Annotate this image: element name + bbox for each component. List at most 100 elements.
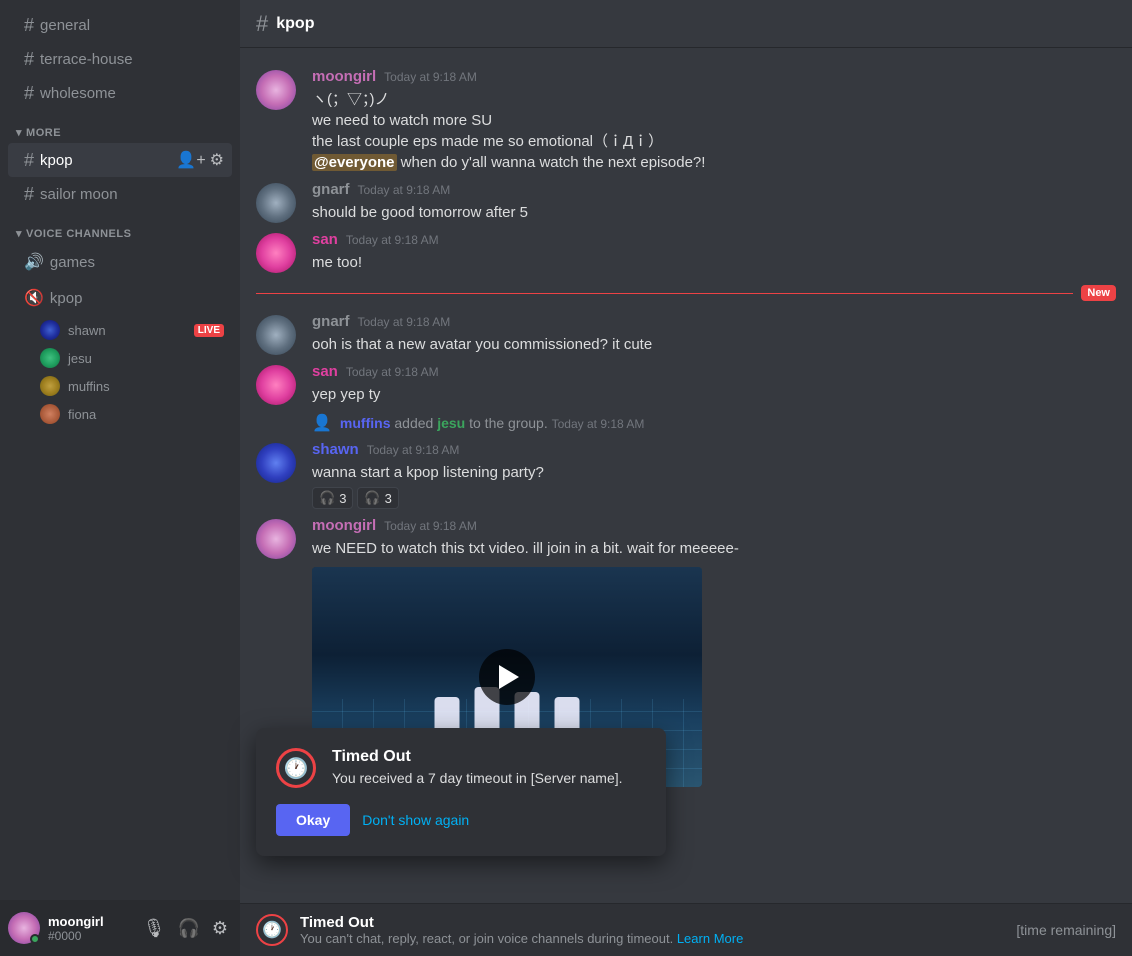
play-triangle-icon	[499, 665, 519, 689]
video-play-button[interactable]	[479, 649, 535, 705]
avatar-muffins	[40, 376, 60, 396]
settings-icon[interactable]: ⚙	[210, 150, 224, 170]
author-san[interactable]: san	[312, 231, 338, 248]
avatar-moongirl[interactable]	[256, 519, 296, 559]
message-group-gnarf-1: gnarf Today at 9:18 AM should be good to…	[240, 177, 1132, 227]
voice-member-jesu[interactable]: jesu	[8, 344, 232, 372]
new-badge: New	[1081, 285, 1116, 301]
message-content: san Today at 9:18 AM me too!	[312, 231, 1116, 273]
user-avatar-wrap	[8, 912, 40, 944]
speaker-muted-icon: 🔇	[24, 288, 44, 308]
avatar-san[interactable]	[256, 233, 296, 273]
hash-icon: #	[24, 15, 34, 36]
live-badge: LIVE	[194, 324, 224, 337]
avatar-gnarf[interactable]	[256, 315, 296, 355]
user-status-dot	[30, 934, 40, 944]
hash-icon: #	[24, 49, 34, 70]
channel-name-general: general	[40, 17, 224, 34]
author-gnarf[interactable]: gnarf	[312, 313, 350, 330]
message-content: shawn Today at 9:18 AM wanna start a kpo…	[312, 441, 1116, 509]
sidebar-item-sailor-moon[interactable]: # sailor moon	[8, 177, 232, 211]
member-name-jesu: jesu	[68, 351, 92, 366]
microphone-icon[interactable]: 🎙	[139, 916, 170, 941]
sidebar-item-terrace-house[interactable]: # terrace-house	[8, 42, 232, 76]
timeout-modal-description: You received a 7 day timeout in [Server …	[332, 770, 623, 786]
sidebar-item-wholesome[interactable]: # wholesome	[8, 76, 232, 110]
okay-button[interactable]: Okay	[276, 804, 350, 836]
avatar-san[interactable]	[256, 365, 296, 405]
message-header: san Today at 9:18 AM	[312, 363, 1116, 380]
everyone-mention: @everyone	[312, 154, 397, 171]
channel-name-wholesome: wholesome	[40, 85, 224, 102]
main-content: # kpop moongirl Today at 9:18 AM ヽ(；▽；)ノ…	[240, 0, 1132, 956]
author-shawn[interactable]: shawn	[312, 441, 359, 458]
author-moongirl[interactable]: moongirl	[312, 517, 376, 534]
voice-channel-kpop[interactable]: 🔇 kpop	[8, 280, 232, 316]
message-group-san-2: san Today at 9:18 AM yep yep ty	[240, 359, 1132, 409]
member-name-shawn: shawn	[68, 323, 106, 338]
timeout-modal-title: Timed Out	[332, 748, 623, 766]
message-group-moongirl-1: moongirl Today at 9:18 AM ヽ(；▽；)ノ we nee…	[240, 64, 1132, 177]
avatar-col	[256, 363, 296, 405]
timeout-bar-text: Timed Out You can't chat, reply, react, …	[300, 914, 1004, 946]
msg-text-2: we need to watch more SU	[312, 110, 1116, 131]
channel-list: # general # terrace-house # wholesome ▾ …	[0, 0, 240, 900]
message-header: shawn Today at 9:18 AM	[312, 441, 1116, 458]
voice-member-shawn[interactable]: shawn LIVE	[8, 316, 232, 344]
voice-channel-games[interactable]: 🔊 games	[8, 244, 232, 280]
learn-more-link[interactable]: Learn More	[677, 931, 743, 946]
avatar-col	[256, 68, 296, 173]
message-header: moongirl Today at 9:18 AM	[312, 517, 1116, 534]
voice-member-fiona[interactable]: fiona	[8, 400, 232, 428]
sidebar-item-kpop[interactable]: # kpop 👤+ ⚙	[8, 143, 232, 177]
voice-member-muffins[interactable]: muffins	[8, 372, 232, 400]
msg-timestamp: Today at 9:18 AM	[358, 183, 451, 197]
reaction-1[interactable]: 🎧 3	[312, 487, 353, 509]
message-content: san Today at 9:18 AM yep yep ty	[312, 363, 1116, 405]
muffins-link[interactable]: muffins	[340, 415, 391, 431]
message-header: gnarf Today at 9:18 AM	[312, 313, 1116, 330]
jesu-link[interactable]: jesu	[437, 415, 465, 431]
system-text-group: to the group.	[469, 415, 552, 431]
msg-text: me too!	[312, 252, 1116, 273]
avatar-shawn[interactable]	[256, 443, 296, 483]
avatar-jesu	[40, 348, 60, 368]
author-gnarf[interactable]: gnarf	[312, 181, 350, 198]
add-member-icon[interactable]: 👤+	[176, 150, 205, 170]
author-san[interactable]: san	[312, 363, 338, 380]
msg-timestamp: Today at 9:18 AM	[384, 70, 477, 84]
msg-timestamp: Today at 9:18 AM	[367, 443, 460, 457]
timeout-modal-inner: 🕐 Timed Out You received a 7 day timeout…	[276, 748, 646, 788]
message-content: gnarf Today at 9:18 AM should be good to…	[312, 181, 1116, 223]
channel-name-sailor-moon: sailor moon	[40, 186, 224, 203]
person-add-icon: 👤	[312, 413, 332, 433]
timeout-clock-icon: 🕐	[276, 748, 316, 788]
hash-icon: #	[24, 150, 34, 171]
reaction-count-2: 3	[385, 491, 392, 506]
system-timestamp: Today at 9:18 AM	[552, 417, 645, 431]
user-info: moongirl #0000	[48, 914, 131, 943]
section-more[interactable]: ▾ MORE	[0, 110, 240, 143]
author-moongirl[interactable]: moongirl	[312, 68, 376, 85]
timeout-bar-clock-icon: 🕐	[256, 914, 288, 946]
user-area: moongirl #0000 🎙 🎧 ⚙	[0, 900, 240, 956]
msg-text-4: @everyone when do y'all wanna watch the …	[312, 152, 1116, 173]
sidebar-item-general[interactable]: # general	[8, 8, 232, 42]
settings-icon[interactable]: ⚙	[208, 916, 232, 941]
timeout-bar-description: You can't chat, reply, react, or join vo…	[300, 931, 1004, 946]
reaction-2[interactable]: 🎧 3	[357, 487, 398, 509]
avatar-moongirl[interactable]	[256, 70, 296, 110]
avatar-col	[256, 181, 296, 223]
user-controls: 🎙 🎧 ⚙	[139, 916, 232, 941]
msg-timestamp: Today at 9:18 AM	[346, 233, 439, 247]
channel-name-terrace-house: terrace-house	[40, 51, 224, 68]
avatar-gnarf[interactable]	[256, 183, 296, 223]
chat-header: # kpop	[240, 0, 1132, 48]
new-messages-divider: New	[240, 277, 1132, 309]
timeout-bar-desc-text: You can't chat, reply, react, or join vo…	[300, 931, 673, 946]
voice-channel-kpop-wrap: 🔇 kpop You can't join during timeout.	[0, 280, 240, 316]
timeout-time-remaining: [time remaining]	[1016, 922, 1116, 938]
dont-show-button[interactable]: Don't show again	[362, 812, 469, 828]
section-voice-channels[interactable]: ▾ VOICE CHANNELS	[0, 211, 240, 244]
headphones-icon[interactable]: 🎧	[173, 916, 203, 941]
